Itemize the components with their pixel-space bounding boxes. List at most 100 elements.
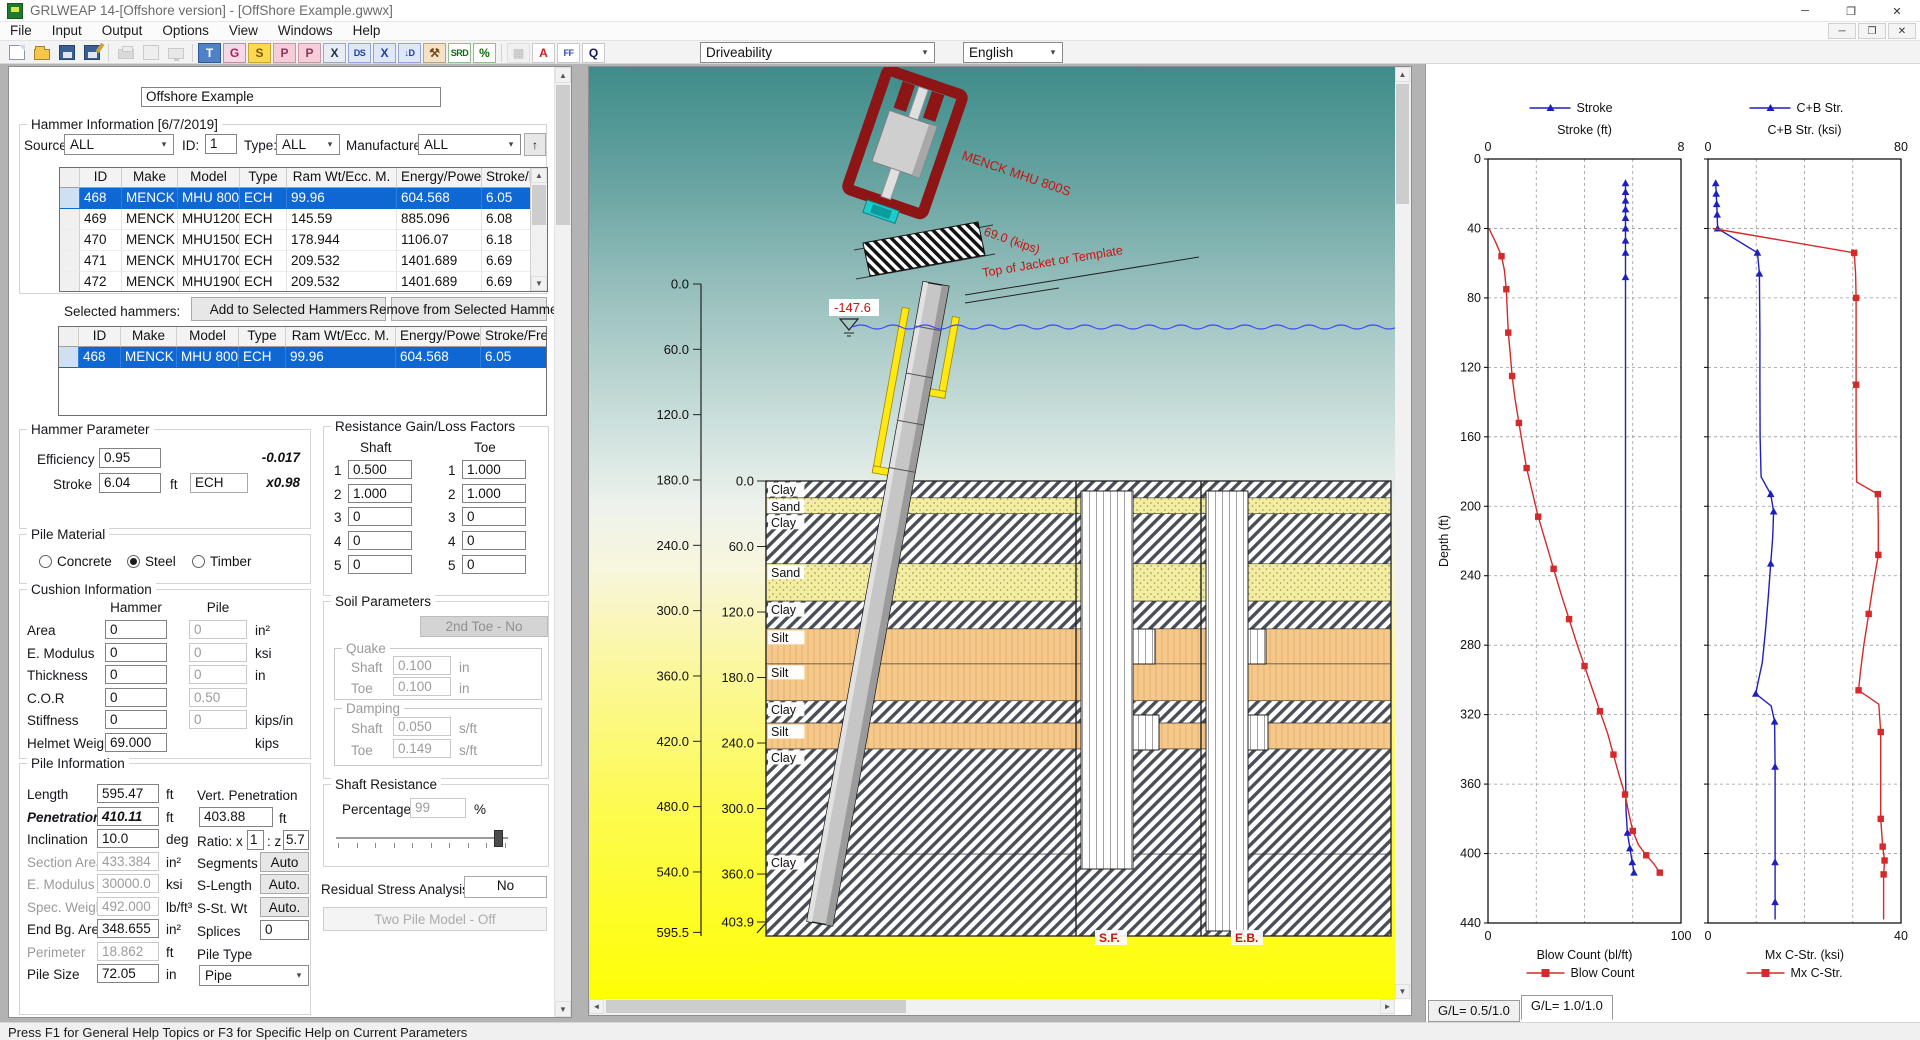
column-header[interactable]: Stroke/Freq. [482, 168, 532, 188]
pile-input-icon[interactable]: P [273, 43, 296, 63]
mdi-restore-button[interactable]: ❐ [1858, 23, 1886, 39]
ratio-x-input[interactable]: 1 [247, 830, 264, 850]
id-input[interactable]: 1 [205, 134, 237, 154]
open-file-icon[interactable] [30, 43, 53, 63]
column-header[interactable]: Energy/Power [397, 168, 482, 188]
table-cell[interactable]: MENCK [121, 347, 177, 368]
resistance-shaft-input[interactable]: 0 [348, 555, 412, 574]
remove-from-selected-hammers-button[interactable]: Remove from Selected Hammers [391, 297, 547, 321]
table-scrollbar[interactable]: ▲▼ [530, 168, 547, 291]
pile-type-dropdown[interactable]: Pipe▾ [199, 965, 309, 986]
ratio-z-input[interactable]: 5.7 [283, 830, 309, 850]
table-cell[interactable]: MHU 800S [178, 188, 240, 209]
table-cell[interactable]: MENCK [122, 272, 178, 292]
table-cell[interactable]: 6.69 [482, 272, 532, 292]
segment-static-weight-button[interactable]: Auto. [260, 897, 309, 917]
table-row[interactable]: 471MENCKMHU1700TECH209.5321401.6896.69 [60, 251, 547, 272]
pile-profile-icon[interactable]: P [298, 43, 321, 63]
menu-view[interactable]: View [219, 22, 268, 39]
row-selector[interactable] [59, 347, 79, 368]
table-row[interactable]: 468MENCKMHU 800SECH99.96604.5686.05 [59, 347, 546, 368]
table-cell[interactable]: 178.944 [287, 230, 397, 251]
table-cell[interactable]: ECH [240, 188, 287, 209]
table-cell[interactable]: 604.568 [397, 188, 482, 209]
collapse-up-button[interactable]: ↑ [524, 133, 546, 156]
add-to-selected-hammers-button[interactable]: Add to Selected Hammers [191, 297, 386, 321]
pile-material-radio-timber[interactable]: Timber [192, 554, 252, 569]
table-cell[interactable]: ECH [240, 272, 287, 292]
resistance-shaft-input[interactable]: 1.000 [348, 484, 412, 503]
segment-length-button[interactable]: Auto. [260, 874, 309, 894]
mdi-close-button[interactable]: ✕ [1888, 23, 1916, 39]
table-cell[interactable]: MHU 800S [177, 347, 239, 368]
restore-button[interactable]: ❐ [1828, 0, 1874, 22]
scrollbar-thumb[interactable] [606, 1000, 906, 1013]
column-header[interactable]: ID [79, 327, 121, 347]
table-cell[interactable]: 470 [80, 230, 122, 251]
table-cell[interactable]: 1106.07 [397, 230, 482, 251]
mdi-minimize-button[interactable]: ─ [1828, 23, 1856, 39]
resistance-shaft-input[interactable]: 0 [348, 507, 412, 526]
table-cell[interactable]: 99.96 [286, 347, 396, 368]
table-cell[interactable]: ECH [240, 230, 287, 251]
resistance-shaft-input[interactable]: 0.500 [348, 460, 412, 479]
column-header[interactable]: ID [80, 168, 122, 188]
table-cell[interactable]: 209.532 [287, 272, 397, 292]
table-cell[interactable]: 604.568 [396, 347, 481, 368]
scroll-up-arrow[interactable]: ▲ [531, 168, 547, 183]
pile-info-field[interactable]: 348.655 [97, 919, 159, 938]
scroll-left-arrow[interactable]: ◄ [589, 999, 604, 1014]
menu-options[interactable]: Options [152, 22, 219, 39]
ff-icon[interactable]: FF [557, 43, 580, 63]
table-cell[interactable]: ECH [240, 209, 287, 230]
save-as-icon[interactable] [80, 43, 103, 63]
column-header[interactable]: Make [122, 168, 178, 188]
table-cell[interactable]: ECH [240, 251, 287, 272]
soil-input-icon[interactable]: S [248, 43, 271, 63]
table-cell[interactable]: 885.096 [397, 209, 482, 230]
q-icon[interactable]: Q [582, 43, 605, 63]
table-row[interactable]: 470MENCKMHU1500SECH178.9441106.076.18 [60, 230, 547, 251]
left-panel-scrollbar[interactable]: ▲ ▼ [554, 67, 571, 1017]
stroke-input[interactable]: 6.04 [99, 473, 161, 493]
cushion-hammer-input[interactable]: 0 [105, 643, 167, 662]
new-file-icon[interactable] [5, 43, 28, 63]
column-header[interactable]: Make [121, 327, 177, 347]
scroll-down-arrow[interactable]: ▼ [555, 1001, 571, 1017]
table-cell[interactable]: MHU1500S [178, 230, 240, 251]
column-header[interactable]: Model [177, 327, 239, 347]
scroll-up-arrow[interactable]: ▲ [1395, 67, 1410, 82]
table-cell[interactable]: 6.69 [482, 251, 532, 272]
table-cell[interactable]: MENCK [122, 251, 178, 272]
resistance-toe-input[interactable]: 0 [462, 555, 526, 574]
language-dropdown[interactable]: English ▾ [963, 42, 1063, 63]
scroll-up-arrow[interactable]: ▲ [555, 67, 571, 83]
ds-icon[interactable]: DS [348, 43, 371, 63]
column-header[interactable]: Ram Wt/Ecc. M. [287, 168, 397, 188]
column-header[interactable]: Energy/Power [396, 327, 481, 347]
table-cell[interactable]: 6.08 [482, 209, 532, 230]
scroll-down-arrow[interactable]: ▼ [531, 276, 547, 291]
percent-icon[interactable]: % [473, 43, 496, 63]
segments-button[interactable]: Auto [260, 852, 309, 872]
analysis-type-dropdown[interactable]: Driveability ▾ [700, 42, 935, 63]
type-dropdown[interactable]: ALL▾ [276, 134, 340, 155]
table-row[interactable]: 468MENCKMHU 800SECH99.96604.5686.05 [60, 188, 547, 209]
table-cell[interactable]: 471 [80, 251, 122, 272]
scrollbar-thumb[interactable] [556, 85, 570, 225]
gain-loss-tab-1[interactable]: G/L= 1.0/1.0 [1521, 995, 1613, 1020]
pile-material-radio-concrete[interactable]: Concrete [39, 554, 112, 569]
column-header[interactable]: Model [178, 168, 240, 188]
resistance-toe-input[interactable]: 1.000 [462, 484, 526, 503]
row-selector[interactable] [60, 209, 80, 230]
row-selector[interactable] [60, 272, 80, 292]
table-cell[interactable]: 6.05 [481, 347, 547, 368]
menu-input[interactable]: Input [42, 22, 92, 39]
cut-x-icon[interactable]: X [323, 43, 346, 63]
cushion-hammer-input[interactable]: 69.000 [105, 733, 167, 752]
cushion-hammer-input[interactable]: 0 [105, 620, 167, 639]
pile-info-field[interactable]: 595.47 [97, 784, 159, 803]
table-cell[interactable]: MENCK [122, 230, 178, 251]
splices-input[interactable]: 0 [260, 920, 309, 940]
table-cell[interactable]: 209.532 [287, 251, 397, 272]
